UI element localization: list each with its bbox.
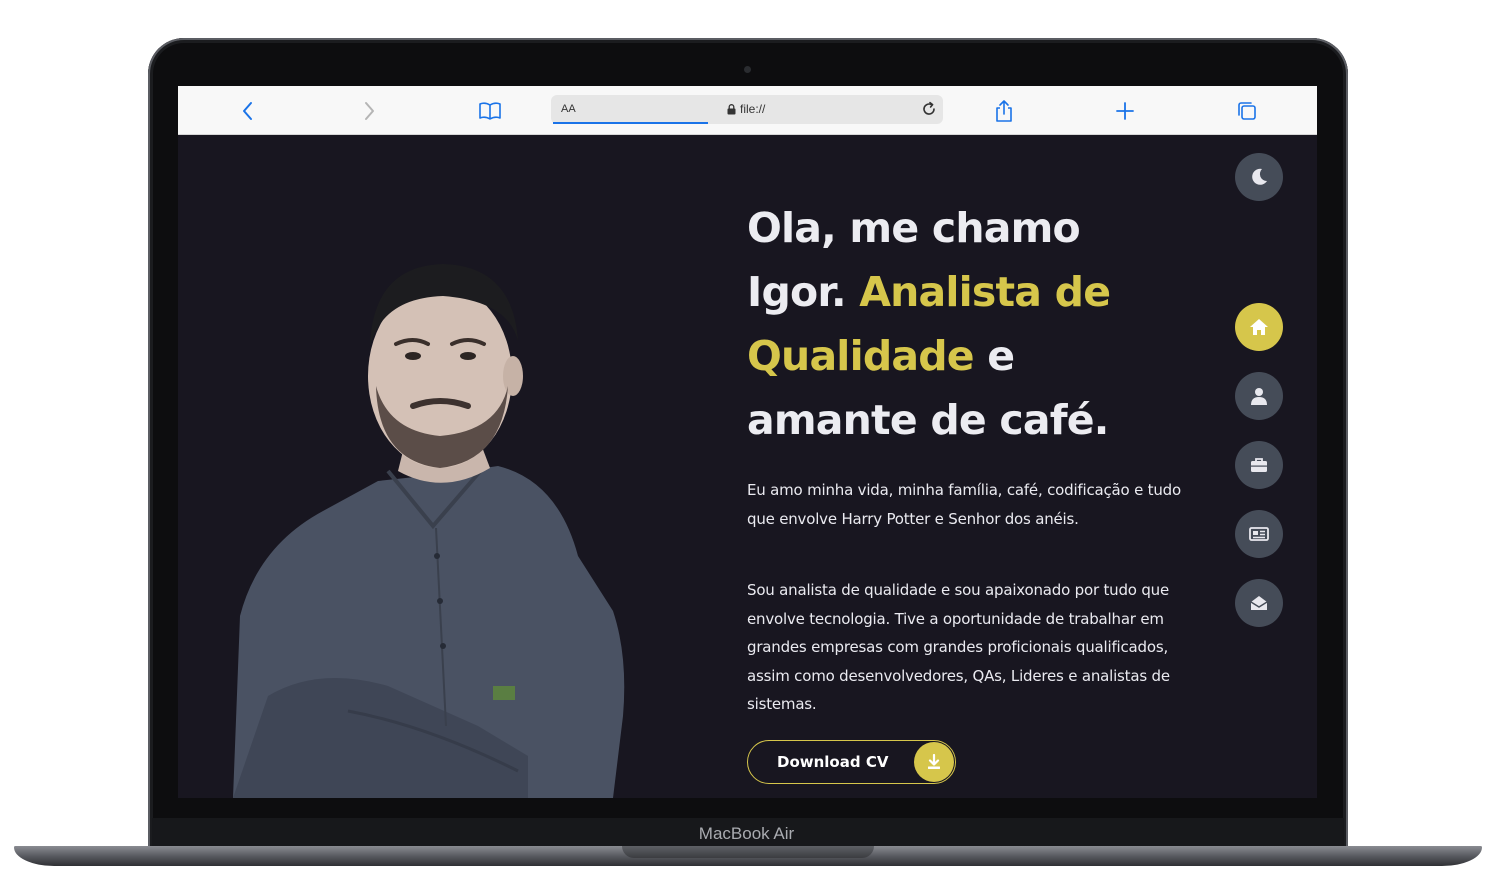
reload-button[interactable] (920, 100, 938, 122)
download-cv-label: Download CV (777, 753, 889, 771)
download-icon (914, 742, 954, 782)
share-icon (996, 100, 1012, 122)
profile-photo (233, 264, 625, 798)
briefcase-icon (1251, 458, 1267, 472)
webcam (744, 66, 751, 73)
url-text: file:// (740, 102, 766, 116)
new-tab-button[interactable] (1112, 98, 1138, 124)
bookmarks-button[interactable] (477, 98, 503, 124)
share-button[interactable] (991, 98, 1017, 124)
download-cv-button[interactable]: Download CV (747, 740, 956, 784)
theme-toggle-button[interactable] (1235, 153, 1283, 201)
hero-about-paragraph: Sou analista de qualidade e sou apaixona… (747, 581, 1170, 714)
home-icon (1250, 319, 1268, 335)
nav-about-button[interactable] (1235, 372, 1283, 420)
nav-blog-button[interactable] (1235, 510, 1283, 558)
laptop-notch (622, 846, 874, 858)
forward-button[interactable] (356, 98, 382, 124)
hero-title: Ola, me chamo Igor. Analista de Qualidad… (747, 196, 1167, 452)
chevron-right-icon (365, 102, 374, 120)
device-label: MacBook Air (698, 824, 795, 843)
url-display[interactable]: file:// (727, 102, 765, 116)
chevron-left-icon (243, 102, 252, 120)
plus-icon (1116, 102, 1134, 120)
book-icon (479, 102, 501, 120)
browser-toolbar: AA file:// (178, 86, 1317, 135)
nav-portfolio-button[interactable] (1235, 441, 1283, 489)
nav-home-button[interactable] (1235, 303, 1283, 351)
nav-contact-button[interactable] (1235, 579, 1283, 627)
hero-intro-paragraph: Eu amo minha vida, minha família, café, … (747, 481, 1181, 528)
back-button[interactable] (235, 98, 261, 124)
address-bar[interactable]: AA file:// (551, 95, 943, 124)
newspaper-icon (1249, 527, 1269, 541)
reader-view-label[interactable]: AA (561, 103, 576, 115)
user-icon (1251, 388, 1267, 405)
page-load-progress (553, 122, 708, 124)
envelope-open-icon (1250, 596, 1268, 610)
moon-icon (1252, 168, 1267, 185)
tabs-icon (1238, 102, 1256, 120)
lock-icon (727, 103, 736, 114)
screen: AA file:// Ola, me chamo Igor. Analista … (178, 86, 1317, 798)
reload-icon (923, 101, 935, 115)
tabs-overview-button[interactable] (1234, 98, 1260, 124)
